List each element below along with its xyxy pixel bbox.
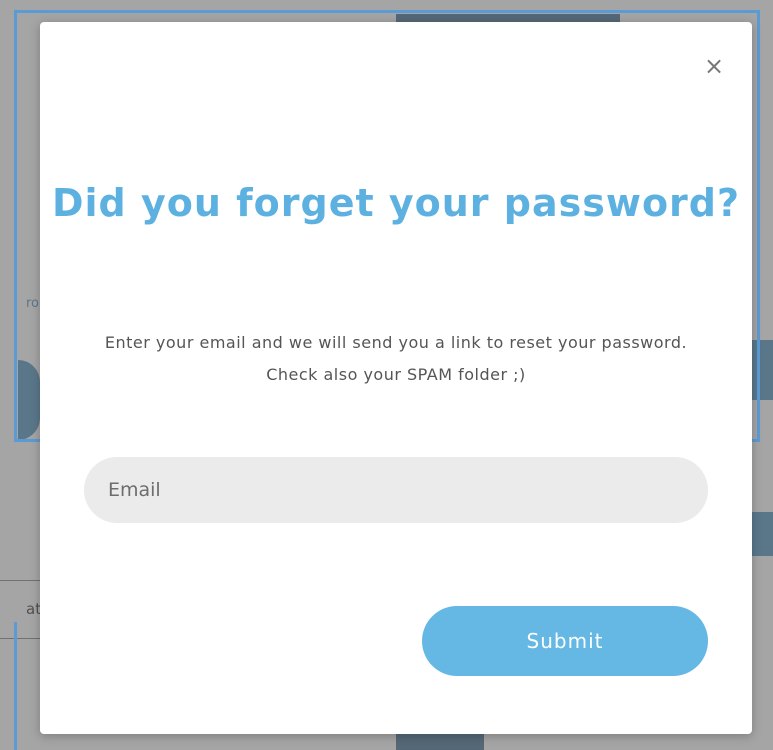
page: ro at × Did you forget your password? En… bbox=[0, 0, 773, 750]
modal-title: Did you forget your password? bbox=[51, 181, 741, 225]
submit-button[interactable]: Submit bbox=[422, 606, 708, 676]
modal-description: Enter your email and we will send you a … bbox=[104, 333, 688, 384]
annotation-frame-lower bbox=[14, 622, 20, 750]
forgot-password-modal: × Did you forget your password? Enter yo… bbox=[40, 22, 752, 734]
email-field[interactable] bbox=[84, 457, 708, 523]
close-icon[interactable]: × bbox=[702, 54, 726, 78]
